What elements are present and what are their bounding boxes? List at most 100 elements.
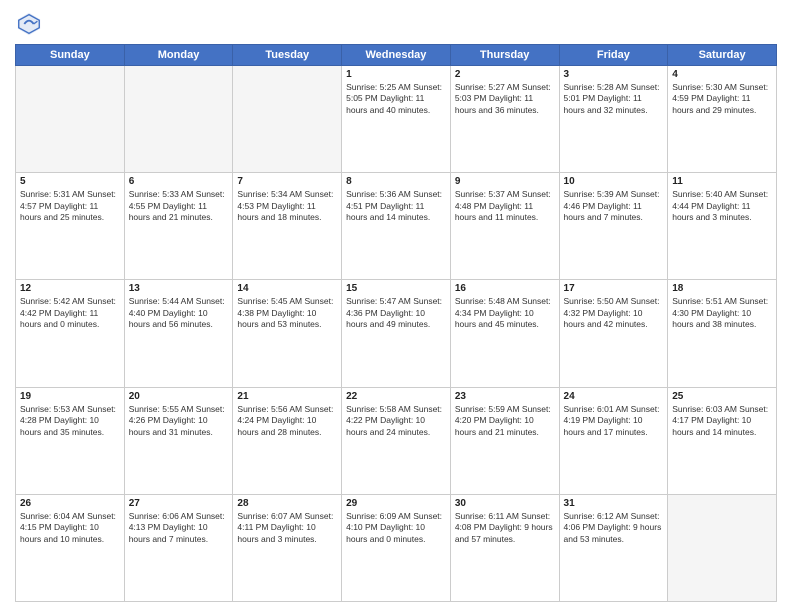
day-info: Sunrise: 6:04 AM Sunset: 4:15 PM Dayligh…: [20, 511, 120, 545]
weekday-header: Friday: [559, 45, 668, 66]
day-info: Sunrise: 5:39 AM Sunset: 4:46 PM Dayligh…: [564, 189, 664, 223]
day-number: 7: [237, 176, 337, 187]
day-info: Sunrise: 5:59 AM Sunset: 4:20 PM Dayligh…: [455, 404, 555, 438]
calendar-cell: 15Sunrise: 5:47 AM Sunset: 4:36 PM Dayli…: [342, 280, 451, 387]
calendar-cell: 5 Sunrise: 5:31 AM Sunset: 4:57 PM Daylig…: [16, 173, 125, 280]
calendar-week-row: 26Sunrise: 6:04 AM Sunset: 4:15 PM Dayli…: [16, 494, 777, 601]
day-info: Sunrise: 5:25 AM Sunset: 5:05 PM Dayligh…: [346, 82, 446, 116]
calendar-cell: 22 Sunrise: 5:58 AM Sunset: 4:22 PM Dayli…: [342, 387, 451, 494]
day-info: Sunrise: 5:56 AM Sunset: 4:24 PM Dayligh…: [237, 404, 337, 438]
page: SundayMondayTuesdayWednesdayThursdayFrid…: [0, 0, 792, 612]
logo: [15, 10, 47, 38]
day-number: 14: [237, 283, 337, 294]
day-info: Sunrise: 6:06 AM Sunset: 4:13 PM Dayligh…: [129, 511, 229, 545]
calendar-header-row: SundayMondayTuesdayWednesdayThursdayFrid…: [16, 45, 777, 66]
day-info: Sunrise: 5:53 AM Sunset: 4:28 PM Dayligh…: [20, 404, 120, 438]
day-info: Sunrise: 5:40 AM Sunset: 4:44 PM Dayligh…: [672, 189, 772, 223]
day-number: 10: [564, 176, 664, 187]
day-number: 4: [672, 69, 772, 80]
calendar-week-row: 5 Sunrise: 5:31 AM Sunset: 4:57 PM Daylig…: [16, 173, 777, 280]
day-info: Sunrise: 5:27 AM Sunset: 5:03 PM Dayligh…: [455, 82, 555, 116]
calendar-cell: 29 Sunrise: 6:09 AM Sunset: 4:10 PM Dayli…: [342, 494, 451, 601]
day-number: 18: [672, 283, 772, 294]
day-number: 1: [346, 69, 446, 80]
day-number: 15: [346, 283, 446, 294]
day-number: 28: [237, 498, 337, 509]
calendar-week-row: 12 Sunrise: 5:42 AM Sunset: 4:42 PM Dayli…: [16, 280, 777, 387]
day-info: Sunrise: 5:48 AM Sunset: 4:34 PM Dayligh…: [455, 296, 555, 330]
calendar-cell: 26Sunrise: 6:04 AM Sunset: 4:15 PM Dayli…: [16, 494, 125, 601]
calendar-cell: 27 Sunrise: 6:06 AM Sunset: 4:13 PM Dayli…: [124, 494, 233, 601]
day-number: 31: [564, 498, 664, 509]
day-info: Sunrise: 5:31 AM Sunset: 4:57 PM Dayligh…: [20, 189, 120, 223]
calendar-cell: [668, 494, 777, 601]
calendar-cell: 18 Sunrise: 5:51 AM Sunset: 4:30 PM Dayli…: [668, 280, 777, 387]
calendar-cell: 12 Sunrise: 5:42 AM Sunset: 4:42 PM Dayli…: [16, 280, 125, 387]
day-number: 23: [455, 391, 555, 402]
calendar-cell: [124, 66, 233, 173]
day-info: Sunrise: 5:44 AM Sunset: 4:40 PM Dayligh…: [129, 296, 229, 330]
weekday-header: Wednesday: [342, 45, 451, 66]
day-number: 22: [346, 391, 446, 402]
day-number: 8: [346, 176, 446, 187]
calendar-cell: 8 Sunrise: 5:36 AM Sunset: 4:51 PM Daylig…: [342, 173, 451, 280]
day-info: Sunrise: 6:12 AM Sunset: 4:06 PM Dayligh…: [564, 511, 664, 545]
calendar-cell: 17 Sunrise: 5:50 AM Sunset: 4:32 PM Dayli…: [559, 280, 668, 387]
calendar-cell: [233, 66, 342, 173]
day-number: 13: [129, 283, 229, 294]
day-info: Sunrise: 5:28 AM Sunset: 5:01 PM Dayligh…: [564, 82, 664, 116]
day-number: 6: [129, 176, 229, 187]
weekday-header: Tuesday: [233, 45, 342, 66]
calendar-cell: 24 Sunrise: 6:01 AM Sunset: 4:19 PM Dayli…: [559, 387, 668, 494]
day-number: 20: [129, 391, 229, 402]
calendar-week-row: 1 Sunrise: 5:25 AM Sunset: 5:05 PM Daylig…: [16, 66, 777, 173]
day-number: 16: [455, 283, 555, 294]
day-number: 2: [455, 69, 555, 80]
calendar-cell: 25Sunrise: 6:03 AM Sunset: 4:17 PM Dayli…: [668, 387, 777, 494]
calendar-cell: 14 Sunrise: 5:45 AM Sunset: 4:38 PM Dayli…: [233, 280, 342, 387]
weekday-header: Saturday: [668, 45, 777, 66]
day-number: 19: [20, 391, 120, 402]
calendar-cell: 10 Sunrise: 5:39 AM Sunset: 4:46 PM Dayli…: [559, 173, 668, 280]
day-info: Sunrise: 5:45 AM Sunset: 4:38 PM Dayligh…: [237, 296, 337, 330]
day-number: 29: [346, 498, 446, 509]
day-info: Sunrise: 5:58 AM Sunset: 4:22 PM Dayligh…: [346, 404, 446, 438]
calendar-cell: 19 Sunrise: 5:53 AM Sunset: 4:28 PM Dayli…: [16, 387, 125, 494]
day-number: 9: [455, 176, 555, 187]
day-info: Sunrise: 6:09 AM Sunset: 4:10 PM Dayligh…: [346, 511, 446, 545]
day-number: 21: [237, 391, 337, 402]
logo-icon: [15, 10, 43, 38]
calendar-cell: 16 Sunrise: 5:48 AM Sunset: 4:34 PM Dayli…: [450, 280, 559, 387]
day-number: 17: [564, 283, 664, 294]
day-number: 24: [564, 391, 664, 402]
day-number: 25: [672, 391, 772, 402]
day-number: 30: [455, 498, 555, 509]
day-info: Sunrise: 5:50 AM Sunset: 4:32 PM Dayligh…: [564, 296, 664, 330]
calendar-cell: 30Sunrise: 6:11 AM Sunset: 4:08 PM Dayli…: [450, 494, 559, 601]
day-info: Sunrise: 5:36 AM Sunset: 4:51 PM Dayligh…: [346, 189, 446, 223]
day-info: Sunrise: 5:34 AM Sunset: 4:53 PM Dayligh…: [237, 189, 337, 223]
day-info: Sunrise: 5:42 AM Sunset: 4:42 PM Dayligh…: [20, 296, 120, 330]
day-number: 27: [129, 498, 229, 509]
calendar-cell: 31 Sunrise: 6:12 AM Sunset: 4:06 PM Dayli…: [559, 494, 668, 601]
weekday-header: Sunday: [16, 45, 125, 66]
day-info: Sunrise: 6:07 AM Sunset: 4:11 PM Dayligh…: [237, 511, 337, 545]
day-info: Sunrise: 5:30 AM Sunset: 4:59 PM Dayligh…: [672, 82, 772, 116]
calendar-cell: 2 Sunrise: 5:27 AM Sunset: 5:03 PM Daylig…: [450, 66, 559, 173]
day-info: Sunrise: 5:55 AM Sunset: 4:26 PM Dayligh…: [129, 404, 229, 438]
day-info: Sunrise: 5:51 AM Sunset: 4:30 PM Dayligh…: [672, 296, 772, 330]
calendar-cell: 11 Sunrise: 5:40 AM Sunset: 4:44 PM Dayli…: [668, 173, 777, 280]
day-number: 5: [20, 176, 120, 187]
day-info: Sunrise: 5:37 AM Sunset: 4:48 PM Dayligh…: [455, 189, 555, 223]
day-info: Sunrise: 6:01 AM Sunset: 4:19 PM Dayligh…: [564, 404, 664, 438]
calendar-cell: [16, 66, 125, 173]
day-number: 11: [672, 176, 772, 187]
calendar-cell: 7 Sunrise: 5:34 AM Sunset: 4:53 PM Daylig…: [233, 173, 342, 280]
calendar-cell: 9 Sunrise: 5:37 AM Sunset: 4:48 PM Daylig…: [450, 173, 559, 280]
calendar-cell: 6 Sunrise: 5:33 AM Sunset: 4:55 PM Daylig…: [124, 173, 233, 280]
calendar-cell: 1 Sunrise: 5:25 AM Sunset: 5:05 PM Daylig…: [342, 66, 451, 173]
calendar-cell: 23 Sunrise: 5:59 AM Sunset: 4:20 PM Dayli…: [450, 387, 559, 494]
day-number: 12: [20, 283, 120, 294]
day-info: Sunrise: 5:33 AM Sunset: 4:55 PM Dayligh…: [129, 189, 229, 223]
calendar-cell: 28 Sunrise: 6:07 AM Sunset: 4:11 PM Dayli…: [233, 494, 342, 601]
